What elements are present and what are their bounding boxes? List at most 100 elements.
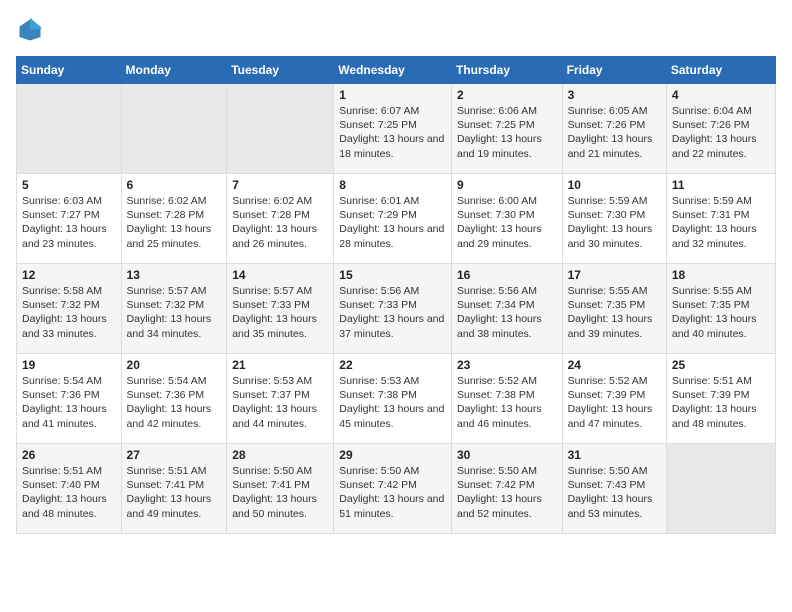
cell-info: Sunrise: 5:55 AM Sunset: 7:35 PM Dayligh… xyxy=(672,284,770,341)
day-number: 30 xyxy=(457,448,557,462)
calendar-cell: 4 Sunrise: 6:04 AM Sunset: 7:26 PM Dayli… xyxy=(666,84,775,174)
cell-info: Sunrise: 6:04 AM Sunset: 7:26 PM Dayligh… xyxy=(672,104,770,161)
calendar-table: SundayMondayTuesdayWednesdayThursdayFrid… xyxy=(16,56,776,534)
day-number: 16 xyxy=(457,268,557,282)
day-number: 3 xyxy=(568,88,661,102)
calendar-header: SundayMondayTuesdayWednesdayThursdayFrid… xyxy=(17,57,776,84)
cell-info: Sunrise: 5:50 AM Sunset: 7:41 PM Dayligh… xyxy=(232,464,328,521)
calendar-cell: 2 Sunrise: 6:06 AM Sunset: 7:25 PM Dayli… xyxy=(451,84,562,174)
day-number: 2 xyxy=(457,88,557,102)
cell-info: Sunrise: 5:51 AM Sunset: 7:39 PM Dayligh… xyxy=(672,374,770,431)
cell-info: Sunrise: 5:53 AM Sunset: 7:37 PM Dayligh… xyxy=(232,374,328,431)
calendar-cell: 7 Sunrise: 6:02 AM Sunset: 7:28 PM Dayli… xyxy=(227,174,334,264)
cell-info: Sunrise: 5:56 AM Sunset: 7:34 PM Dayligh… xyxy=(457,284,557,341)
calendar-cell: 9 Sunrise: 6:00 AM Sunset: 7:30 PM Dayli… xyxy=(451,174,562,264)
calendar-cell: 24 Sunrise: 5:52 AM Sunset: 7:39 PM Dayl… xyxy=(562,354,666,444)
day-number: 31 xyxy=(568,448,661,462)
day-number: 4 xyxy=(672,88,770,102)
day-number: 26 xyxy=(22,448,116,462)
header-friday: Friday xyxy=(562,57,666,84)
calendar-cell: 10 Sunrise: 5:59 AM Sunset: 7:30 PM Dayl… xyxy=(562,174,666,264)
header-wednesday: Wednesday xyxy=(334,57,452,84)
calendar-cell: 23 Sunrise: 5:52 AM Sunset: 7:38 PM Dayl… xyxy=(451,354,562,444)
calendar-cell: 12 Sunrise: 5:58 AM Sunset: 7:32 PM Dayl… xyxy=(17,264,122,354)
calendar-cell xyxy=(227,84,334,174)
logo xyxy=(16,16,48,44)
header-tuesday: Tuesday xyxy=(227,57,334,84)
cell-info: Sunrise: 5:51 AM Sunset: 7:40 PM Dayligh… xyxy=(22,464,116,521)
day-number: 11 xyxy=(672,178,770,192)
cell-info: Sunrise: 5:51 AM Sunset: 7:41 PM Dayligh… xyxy=(127,464,222,521)
cell-info: Sunrise: 5:57 AM Sunset: 7:32 PM Dayligh… xyxy=(127,284,222,341)
day-number: 14 xyxy=(232,268,328,282)
calendar-cell: 25 Sunrise: 5:51 AM Sunset: 7:39 PM Dayl… xyxy=(666,354,775,444)
calendar-cell: 11 Sunrise: 5:59 AM Sunset: 7:31 PM Dayl… xyxy=(666,174,775,264)
day-number: 10 xyxy=(568,178,661,192)
day-number: 19 xyxy=(22,358,116,372)
page-header xyxy=(16,16,776,44)
cell-info: Sunrise: 6:02 AM Sunset: 7:28 PM Dayligh… xyxy=(232,194,328,251)
calendar-cell xyxy=(666,444,775,534)
cell-info: Sunrise: 5:59 AM Sunset: 7:30 PM Dayligh… xyxy=(568,194,661,251)
day-number: 1 xyxy=(339,88,446,102)
cell-info: Sunrise: 5:57 AM Sunset: 7:33 PM Dayligh… xyxy=(232,284,328,341)
cell-info: Sunrise: 6:06 AM Sunset: 7:25 PM Dayligh… xyxy=(457,104,557,161)
calendar-cell: 21 Sunrise: 5:53 AM Sunset: 7:37 PM Dayl… xyxy=(227,354,334,444)
cell-info: Sunrise: 5:54 AM Sunset: 7:36 PM Dayligh… xyxy=(127,374,222,431)
calendar-cell: 20 Sunrise: 5:54 AM Sunset: 7:36 PM Dayl… xyxy=(121,354,227,444)
header-monday: Monday xyxy=(121,57,227,84)
day-number: 17 xyxy=(568,268,661,282)
calendar-cell: 31 Sunrise: 5:50 AM Sunset: 7:43 PM Dayl… xyxy=(562,444,666,534)
calendar-cell: 8 Sunrise: 6:01 AM Sunset: 7:29 PM Dayli… xyxy=(334,174,452,264)
day-number: 27 xyxy=(127,448,222,462)
day-number: 5 xyxy=(22,178,116,192)
calendar-cell: 27 Sunrise: 5:51 AM Sunset: 7:41 PM Dayl… xyxy=(121,444,227,534)
calendar-cell: 6 Sunrise: 6:02 AM Sunset: 7:28 PM Dayli… xyxy=(121,174,227,264)
cell-info: Sunrise: 6:00 AM Sunset: 7:30 PM Dayligh… xyxy=(457,194,557,251)
cell-info: Sunrise: 6:07 AM Sunset: 7:25 PM Dayligh… xyxy=(339,104,446,161)
day-number: 18 xyxy=(672,268,770,282)
calendar-cell: 16 Sunrise: 5:56 AM Sunset: 7:34 PM Dayl… xyxy=(451,264,562,354)
cell-info: Sunrise: 5:50 AM Sunset: 7:43 PM Dayligh… xyxy=(568,464,661,521)
calendar-cell: 15 Sunrise: 5:56 AM Sunset: 7:33 PM Dayl… xyxy=(334,264,452,354)
cell-info: Sunrise: 5:50 AM Sunset: 7:42 PM Dayligh… xyxy=(457,464,557,521)
day-number: 7 xyxy=(232,178,328,192)
cell-info: Sunrise: 5:52 AM Sunset: 7:38 PM Dayligh… xyxy=(457,374,557,431)
day-number: 24 xyxy=(568,358,661,372)
calendar-cell: 30 Sunrise: 5:50 AM Sunset: 7:42 PM Dayl… xyxy=(451,444,562,534)
cell-info: Sunrise: 5:53 AM Sunset: 7:38 PM Dayligh… xyxy=(339,374,446,431)
week-row-3: 12 Sunrise: 5:58 AM Sunset: 7:32 PM Dayl… xyxy=(17,264,776,354)
day-number: 22 xyxy=(339,358,446,372)
day-number: 29 xyxy=(339,448,446,462)
day-number: 23 xyxy=(457,358,557,372)
header-saturday: Saturday xyxy=(666,57,775,84)
calendar-cell: 28 Sunrise: 5:50 AM Sunset: 7:41 PM Dayl… xyxy=(227,444,334,534)
header-thursday: Thursday xyxy=(451,57,562,84)
cell-info: Sunrise: 5:55 AM Sunset: 7:35 PM Dayligh… xyxy=(568,284,661,341)
calendar-cell: 13 Sunrise: 5:57 AM Sunset: 7:32 PM Dayl… xyxy=(121,264,227,354)
day-number: 20 xyxy=(127,358,222,372)
calendar-cell xyxy=(121,84,227,174)
header-sunday: Sunday xyxy=(17,57,122,84)
calendar-cell: 14 Sunrise: 5:57 AM Sunset: 7:33 PM Dayl… xyxy=(227,264,334,354)
calendar-cell: 29 Sunrise: 5:50 AM Sunset: 7:42 PM Dayl… xyxy=(334,444,452,534)
day-number: 8 xyxy=(339,178,446,192)
cell-info: Sunrise: 6:01 AM Sunset: 7:29 PM Dayligh… xyxy=(339,194,446,251)
calendar-body: 1 Sunrise: 6:07 AM Sunset: 7:25 PM Dayli… xyxy=(17,84,776,534)
day-number: 25 xyxy=(672,358,770,372)
day-number: 21 xyxy=(232,358,328,372)
day-number: 6 xyxy=(127,178,222,192)
calendar-cell: 18 Sunrise: 5:55 AM Sunset: 7:35 PM Dayl… xyxy=(666,264,775,354)
week-row-1: 1 Sunrise: 6:07 AM Sunset: 7:25 PM Dayli… xyxy=(17,84,776,174)
cell-info: Sunrise: 5:59 AM Sunset: 7:31 PM Dayligh… xyxy=(672,194,770,251)
day-number: 12 xyxy=(22,268,116,282)
cell-info: Sunrise: 6:05 AM Sunset: 7:26 PM Dayligh… xyxy=(568,104,661,161)
day-number: 15 xyxy=(339,268,446,282)
cell-info: Sunrise: 5:52 AM Sunset: 7:39 PM Dayligh… xyxy=(568,374,661,431)
calendar-cell xyxy=(17,84,122,174)
day-number: 9 xyxy=(457,178,557,192)
cell-info: Sunrise: 5:56 AM Sunset: 7:33 PM Dayligh… xyxy=(339,284,446,341)
cell-info: Sunrise: 6:02 AM Sunset: 7:28 PM Dayligh… xyxy=(127,194,222,251)
cell-info: Sunrise: 5:54 AM Sunset: 7:36 PM Dayligh… xyxy=(22,374,116,431)
calendar-cell: 5 Sunrise: 6:03 AM Sunset: 7:27 PM Dayli… xyxy=(17,174,122,264)
